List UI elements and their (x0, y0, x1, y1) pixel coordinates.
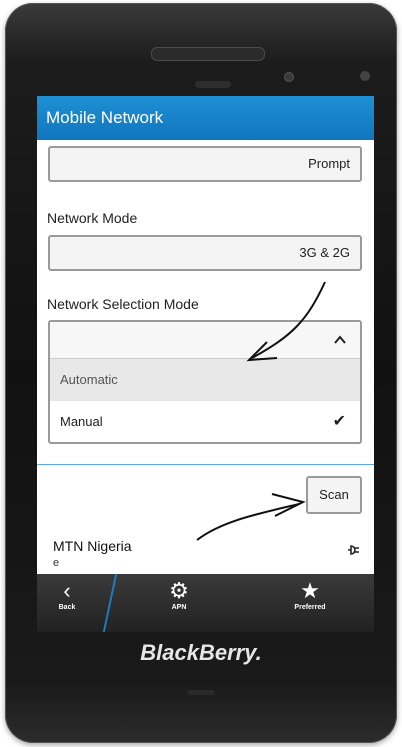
action-bar: ‹ Back ⚙ APN ★ Preferred (37, 574, 374, 632)
preferred-button[interactable]: ★ Preferred (270, 578, 350, 611)
proximity-sensor (195, 81, 231, 88)
apn-button[interactable]: ⚙ APN (139, 578, 219, 611)
star-icon: ★ (300, 578, 320, 603)
screen: Mobile Network Prompt Network Mode 3G & … (37, 96, 374, 574)
earpiece-speaker (151, 47, 265, 61)
preferred-label: Preferred (294, 604, 326, 611)
annotation-arrows (196, 281, 326, 541)
indicator-dot (360, 71, 370, 81)
bottom-port (187, 690, 215, 695)
brand-logo: BlackBerry. (140, 640, 262, 665)
gear-icon: ⚙ (169, 578, 189, 603)
front-camera-icon (284, 72, 294, 82)
back-button[interactable]: ‹ Back (27, 578, 107, 611)
apn-label: APN (171, 604, 187, 611)
chevron-left-icon: ‹ (63, 578, 71, 603)
back-label: Back (58, 604, 76, 611)
